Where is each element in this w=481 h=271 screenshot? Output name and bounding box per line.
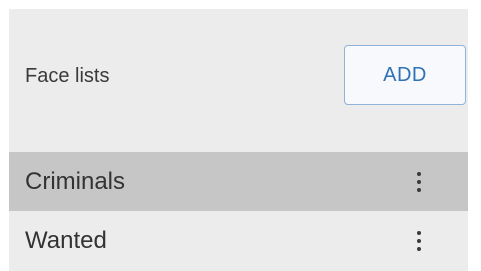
face-lists-list: Criminals Wanted (9, 152, 468, 270)
more-vert-icon[interactable] (407, 223, 431, 259)
add-face-list-button[interactable]: ADD (344, 45, 466, 105)
more-vert-icon[interactable] (407, 164, 431, 200)
list-item-label: Wanted (25, 226, 107, 254)
list-item-label: Criminals (25, 167, 126, 195)
list-item-criminals[interactable]: Criminals (9, 152, 468, 211)
face-lists-header: Face lists ADD (9, 9, 468, 144)
face-lists-title: Face lists (25, 65, 110, 87)
list-item-wanted[interactable]: Wanted (9, 211, 468, 270)
face-lists-panel: Face lists ADD Criminals Wanted (9, 9, 468, 271)
